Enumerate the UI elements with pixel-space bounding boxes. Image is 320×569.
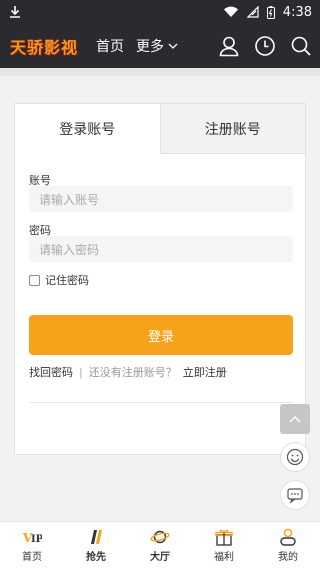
login-card: 登录账号 注册账号 账号 请输入账号 密码 请输入密码 记住密码 登录 找回密码… xyxy=(14,103,306,455)
vip-icon: V IP xyxy=(22,531,42,545)
no-account-text: 还没有注册账号？ xyxy=(88,366,177,379)
nav-home-link[interactable]: 首页 xyxy=(96,36,124,56)
auth-links: 找回密码 | 还没有注册账号？ 立即注册 xyxy=(29,364,227,380)
tabbar-preview[interactable]: 抢先 xyxy=(64,522,128,569)
battery-icon xyxy=(266,5,275,19)
forgot-password-link[interactable]: 找回密码 xyxy=(29,364,73,380)
svg-text:IP: IP xyxy=(31,534,42,545)
chat-icon xyxy=(287,488,303,504)
chevron-up-icon xyxy=(289,415,301,423)
signal-icon xyxy=(246,6,259,18)
nav-more-label: 更多 xyxy=(136,39,165,55)
search-icon[interactable] xyxy=(290,35,312,57)
tabbar-welfare-label: 福利 xyxy=(214,552,234,563)
card-divider xyxy=(29,402,293,403)
back-to-top-button[interactable] xyxy=(280,404,310,434)
tabbar-home[interactable]: V IP 首页 xyxy=(0,522,64,569)
smiley-icon xyxy=(286,448,304,466)
history-clock-icon[interactable] xyxy=(254,35,276,57)
tabbar-hall[interactable]: 大厅 xyxy=(128,522,192,569)
status-time: 4:38 xyxy=(282,4,312,20)
nav-shadow-divider xyxy=(0,68,320,76)
chevron-down-icon xyxy=(168,43,178,49)
login-button[interactable]: 登录 xyxy=(29,315,293,355)
tabbar-mine-label: 我的 xyxy=(278,552,298,563)
status-bar: 4:38 xyxy=(0,0,320,24)
tabbar-hall-label: 大厅 xyxy=(150,552,170,563)
chat-message-button[interactable] xyxy=(280,480,310,510)
download-icon xyxy=(10,6,20,18)
tab-login[interactable]: 登录账号 xyxy=(15,104,160,154)
tab-register[interactable]: 注册账号 xyxy=(159,104,305,154)
register-now-link[interactable]: 立即注册 xyxy=(183,364,227,380)
planet-icon xyxy=(150,530,170,544)
top-nav: 天骄影视 首页 更多 xyxy=(0,24,320,68)
tabbar-mine[interactable]: 我的 xyxy=(256,522,320,569)
link-separator: | xyxy=(79,365,83,379)
tabbar-preview-label: 抢先 xyxy=(86,552,106,563)
smiley-feedback-button[interactable] xyxy=(280,442,310,472)
remember-checkbox[interactable] xyxy=(29,274,40,286)
user-icon[interactable] xyxy=(218,35,240,57)
auth-tabs: 登录账号 注册账号 xyxy=(15,104,305,154)
remember-password[interactable]: 记住密码 xyxy=(29,272,89,288)
site-logo[interactable]: 天骄影视 xyxy=(10,34,78,58)
gift-icon xyxy=(215,529,233,546)
user-icon xyxy=(280,528,296,546)
tabbar-home-label: 首页 xyxy=(22,552,42,563)
film-icon xyxy=(91,530,102,544)
tabbar-welfare[interactable]: 福利 xyxy=(192,522,256,569)
nav-more-menu[interactable]: 更多 xyxy=(136,36,178,56)
wifi-icon xyxy=(223,6,238,18)
password-input[interactable]: 请输入密码 xyxy=(29,236,293,262)
remember-label: 记住密码 xyxy=(45,274,89,287)
account-input[interactable]: 请输入账号 xyxy=(29,186,293,212)
bottom-tab-bar: V IP 首页 抢先 大厅 福利 我的 xyxy=(0,521,320,569)
